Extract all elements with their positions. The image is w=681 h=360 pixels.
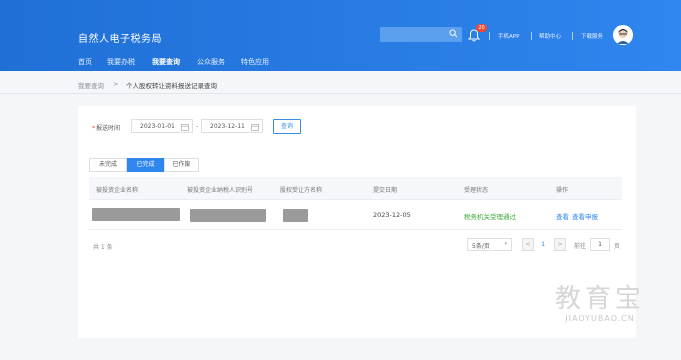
column-header: 被投资企业纳税人识别号 (187, 187, 254, 194)
nav-home[interactable]: 首页 (78, 57, 92, 67)
tab-completed[interactable]: 已完成 (127, 158, 164, 172)
avatar-icon (613, 25, 633, 45)
query-button[interactable]: 查询 (273, 119, 301, 134)
page-size-value: 5条/页 (472, 243, 490, 250)
submit-time-label-text: 报送时间 (96, 125, 121, 132)
page-unit-label: 页 (614, 243, 621, 250)
nav-public-service[interactable]: 公众服务 (197, 57, 225, 67)
nav-tax-handling[interactable]: 我要办税 (107, 57, 135, 67)
view-link[interactable]: 查看 (556, 211, 569, 221)
start-date-value: 2023-01-01 (140, 123, 175, 130)
help-center-link[interactable]: 帮助中心 (539, 32, 561, 40)
redacted-taxpayer-id (190, 209, 266, 222)
date-range-separator: - (196, 123, 199, 130)
status-cell: 税务机关受理通过 (464, 213, 516, 221)
nav-featured-apps[interactable]: 特色应用 (241, 57, 269, 67)
breadcrumb-root[interactable]: 我要查询 (78, 80, 104, 90)
start-date-input[interactable]: 2023-01-01 (131, 119, 193, 133)
calendar-icon (251, 124, 259, 131)
top-header: 自然人电子税务局 20 手机APP 帮助中心 下载服务 首页 我要办税 我要查询… (0, 0, 681, 71)
view-declaration-link[interactable]: 查看申报 (572, 211, 598, 221)
nav-query[interactable]: 我要查询 (152, 57, 180, 67)
tab-incomplete[interactable]: 未完成 (89, 158, 127, 172)
divider (572, 32, 573, 40)
page-size-select[interactable]: 5条/页 ▾ (467, 238, 512, 251)
table-header (89, 177, 622, 200)
download-service-link[interactable]: 下载服务 (581, 32, 603, 40)
mobile-app-link[interactable]: 手机APP (498, 32, 519, 40)
goto-page-input[interactable]: 1 (590, 238, 610, 251)
watermark-cn: 教育宝 (554, 284, 645, 314)
notification-badge: 20 (476, 24, 487, 32)
next-page-button[interactable]: > (554, 238, 566, 251)
watermark: 教育宝 JIAOYUBAO.CN (539, 284, 661, 323)
end-date-value: 2023-12-11 (210, 123, 245, 130)
required-mark: * (92, 125, 95, 132)
divider (489, 32, 490, 40)
breadcrumb-separator: > (113, 80, 119, 88)
calendar-icon (181, 124, 189, 131)
column-header: 操作 (556, 187, 569, 194)
redacted-transferee-name (283, 209, 308, 222)
goto-label: 前往 (574, 243, 587, 250)
end-date-input[interactable]: 2023-12-11 (201, 119, 263, 133)
current-page-number[interactable]: 1 (541, 240, 545, 248)
prev-page-button[interactable]: < (522, 238, 534, 251)
breadcrumb-current: 个人股权转让资料报送记录查询 (126, 82, 217, 90)
search-icon[interactable] (449, 29, 458, 38)
total-count: 共 1 条 (93, 244, 113, 251)
column-header: 受理状态 (464, 187, 489, 194)
submit-date-cell: 2023-12-05 (373, 211, 411, 219)
column-header: 股权受让方名称 (280, 187, 323, 194)
chevron-down-icon: ▾ (504, 241, 507, 247)
divider (531, 32, 532, 40)
watermark-en: JIAOYUBAO.CN (565, 314, 635, 323)
site-title[interactable]: 自然人电子税务局 (78, 30, 162, 45)
redacted-company-name (92, 208, 180, 221)
submit-time-label: *报送时间 (92, 123, 120, 132)
user-avatar[interactable] (613, 25, 633, 45)
column-header: 被投资企业名称 (96, 187, 139, 194)
tab-voided[interactable]: 已作废 (164, 158, 199, 172)
column-header: 提交日期 (373, 187, 398, 194)
